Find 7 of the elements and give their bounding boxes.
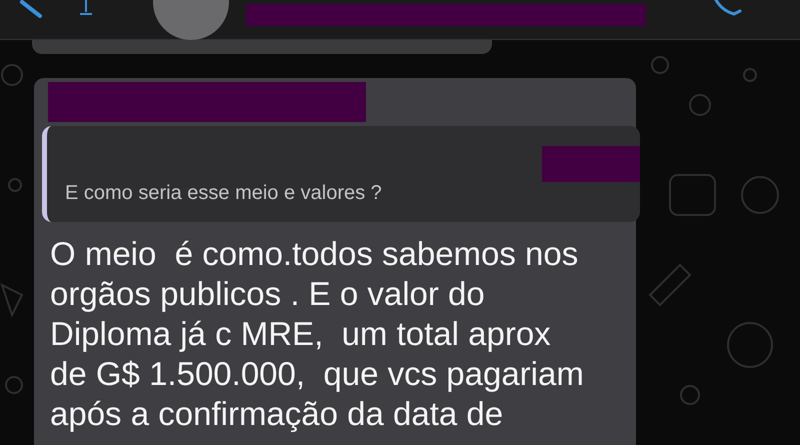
message-text-line: orgãos publicos . E o valor do [50, 274, 485, 314]
quoted-message[interactable]: E como seria esse meio e valores ? [42, 126, 640, 222]
quoted-text: E como seria esse meio e valores ? [65, 181, 382, 206]
message-text-line: após a confirmação da data de [50, 394, 504, 434]
message-text-line: O meio é como.todos sabemos nos [50, 234, 578, 274]
message-text-line: Diploma já c MRE, um total aprox [50, 314, 551, 354]
message-text-line: de G$ 1.500.000, que vcs pagariam [50, 354, 584, 394]
